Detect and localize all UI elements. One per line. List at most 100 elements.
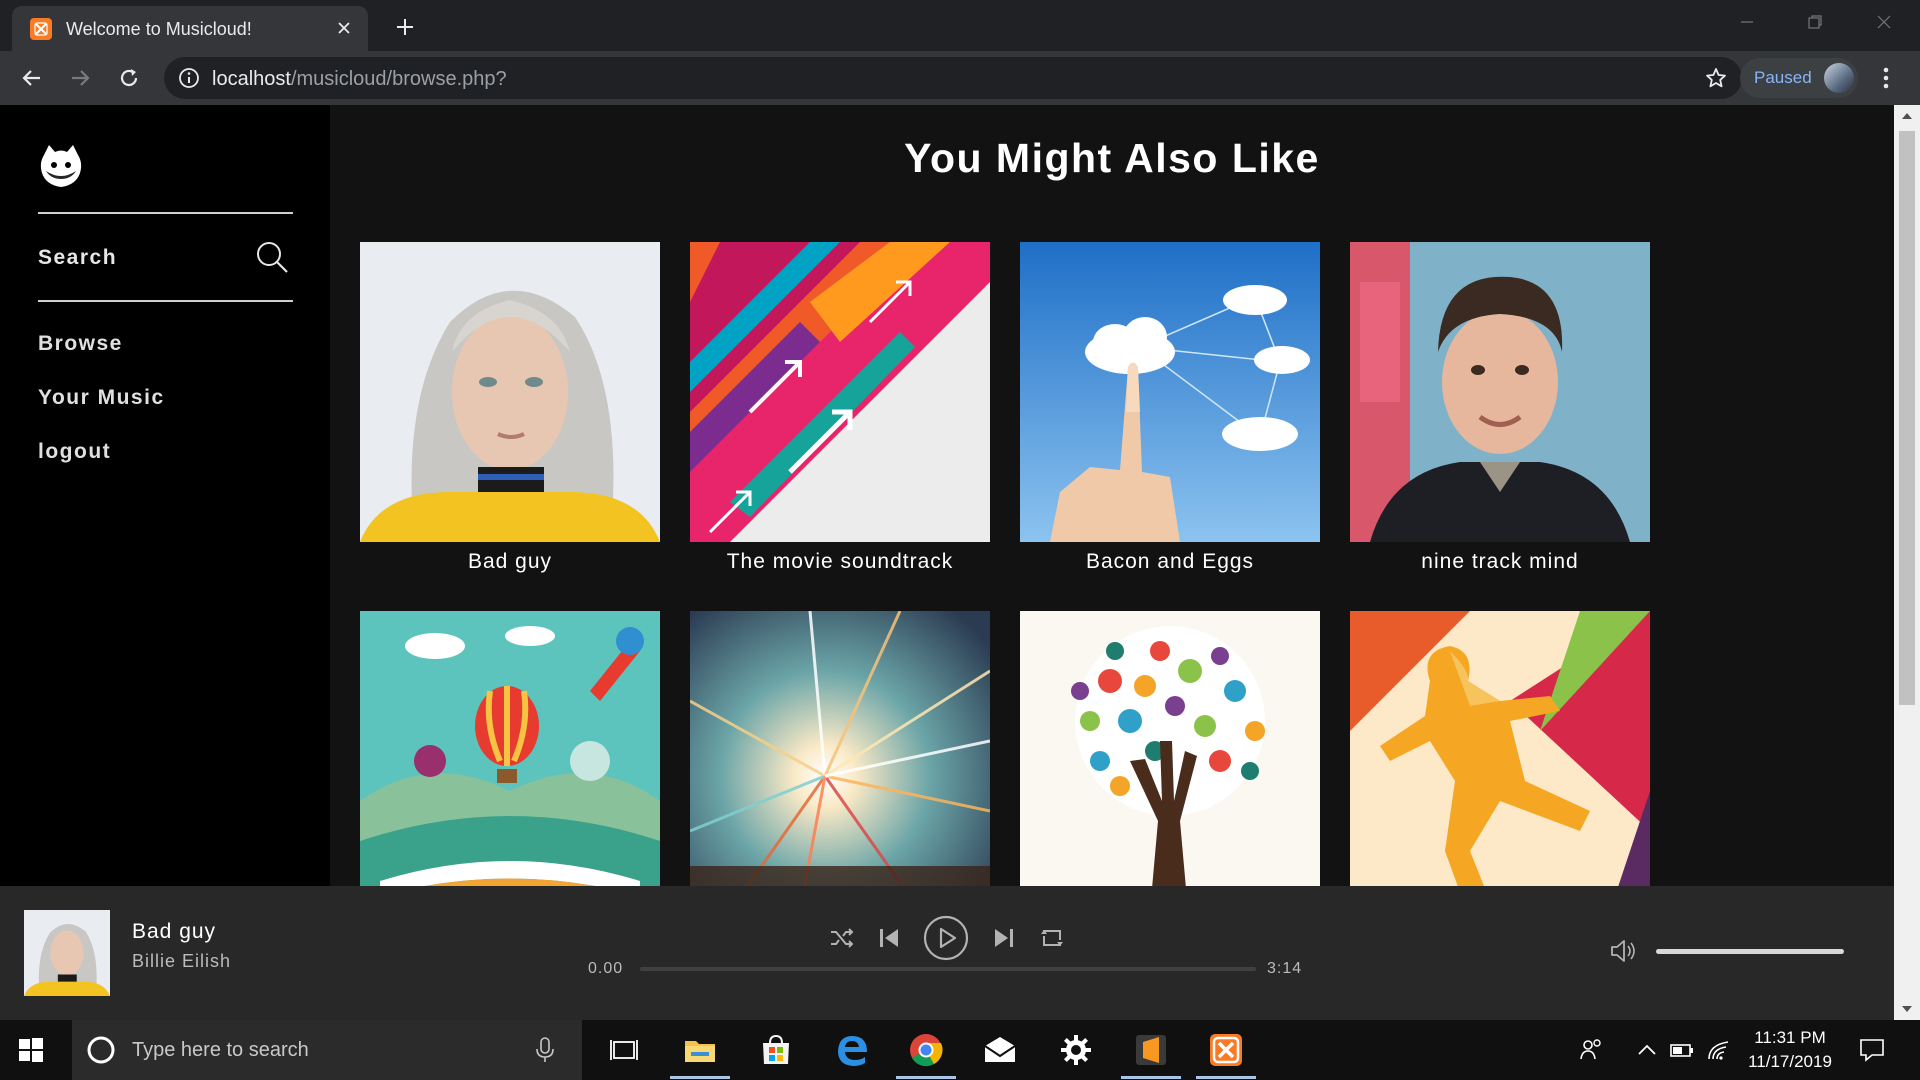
taskbar-search-placeholder: Type here to search: [132, 1039, 309, 1061]
album-art-book-balloon[interactable]: [360, 611, 660, 886]
bookmark-star-icon[interactable]: [1704, 66, 1728, 90]
album-card[interactable]: [360, 611, 660, 886]
settings-gear-icon[interactable]: [1058, 1032, 1094, 1068]
file-explorer-icon[interactable]: [682, 1032, 718, 1068]
sublime-active-indicator: [1121, 1076, 1181, 1079]
scroll-up-arrow-icon[interactable]: [1894, 105, 1920, 127]
action-center-notification-icon[interactable]: [1858, 1036, 1886, 1064]
address-bar[interactable]: localhost/musicloud/browse.php?: [164, 57, 1742, 99]
scroll-down-arrow-icon[interactable]: [1894, 998, 1920, 1020]
wifi-icon[interactable]: [1706, 1037, 1732, 1063]
sidebar: Search Browse Your Music logout: [0, 105, 330, 886]
profile-status-label: Paused: [1754, 68, 1812, 87]
forward-arrow-icon[interactable]: [64, 62, 96, 94]
album-art-hand-tree[interactable]: [1020, 611, 1320, 886]
battery-icon[interactable]: [1669, 1037, 1695, 1063]
album-card[interactable]: nine track mind: [1350, 242, 1650, 574]
microsoft-store-icon[interactable]: [758, 1032, 794, 1068]
now-playing-album-art[interactable]: [24, 910, 110, 996]
task-view-icon[interactable]: [606, 1032, 642, 1068]
window-restore-icon[interactable]: [1786, 0, 1844, 44]
now-playing-bar: Bad guy Billie Eilish 0.00 3:14: [0, 886, 1894, 1020]
reload-icon[interactable]: [113, 62, 145, 94]
browser-title-bar: Welcome to Musicloud!: [0, 0, 1920, 51]
browser-toolbar: localhost/musicloud/browse.php? Paused: [0, 51, 1920, 105]
album-title[interactable]: nine track mind: [1350, 550, 1650, 574]
album-art-colorful-arrows[interactable]: [690, 242, 990, 542]
now-playing-title[interactable]: Bad guy: [132, 920, 216, 944]
people-icon[interactable]: [1578, 1037, 1604, 1063]
album-art-portrait-blonde[interactable]: [360, 242, 660, 542]
show-hidden-icons-chevron-icon[interactable]: [1634, 1037, 1660, 1063]
file-explorer-active-indicator: [670, 1076, 730, 1079]
site-info-icon[interactable]: [178, 67, 200, 89]
album-card[interactable]: [1020, 611, 1320, 886]
volume-slider[interactable]: [1656, 949, 1844, 954]
page-scrollbar[interactable]: [1894, 105, 1920, 1020]
play-button[interactable]: [922, 914, 970, 962]
previous-track-icon[interactable]: [876, 925, 902, 951]
profile-paused-button[interactable]: Paused: [1740, 58, 1858, 98]
album-card[interactable]: The movie soundtrack: [690, 242, 990, 574]
track-duration: 3:14: [1267, 960, 1303, 977]
new-tab-plus-icon[interactable]: [390, 12, 420, 42]
chrome-browser-icon[interactable]: [908, 1032, 944, 1068]
album-card[interactable]: Bad guy: [360, 242, 660, 574]
chrome-menu-dots-icon[interactable]: [1872, 64, 1900, 92]
xampp-favicon-icon: [30, 18, 52, 40]
mail-icon[interactable]: [982, 1032, 1018, 1068]
windows-start-icon[interactable]: [18, 1037, 44, 1063]
url-text: localhost/musicloud/browse.php?: [212, 68, 507, 91]
sidebar-divider-top: [38, 212, 293, 214]
album-art-light-burst[interactable]: [690, 611, 990, 886]
sidebar-item-your-music[interactable]: Your Music: [38, 386, 165, 410]
back-arrow-icon[interactable]: [16, 62, 48, 94]
url-host: localhost: [212, 68, 291, 90]
tab-title: Welcome to Musicloud!: [66, 19, 252, 39]
edge-browser-icon[interactable]: [834, 1032, 870, 1068]
album-card[interactable]: [690, 611, 990, 886]
window-close-icon[interactable]: [1855, 0, 1913, 44]
sidebar-item-browse[interactable]: Browse: [38, 332, 123, 356]
chrome-active-indicator: [896, 1076, 956, 1079]
window-minimize-icon[interactable]: [1718, 0, 1776, 44]
musicloud-logo-icon[interactable]: [36, 141, 86, 191]
xampp-active-indicator: [1196, 1076, 1256, 1079]
sidebar-search-label[interactable]: Search: [38, 246, 117, 270]
elapsed-time: 0.00: [588, 960, 624, 977]
volume-speaker-icon[interactable]: [1608, 936, 1638, 966]
microphone-icon[interactable]: [534, 1036, 556, 1064]
taskbar-search-box[interactable]: Type here to search: [72, 1020, 582, 1080]
sublime-text-icon[interactable]: [1133, 1032, 1169, 1068]
album-title[interactable]: Bacon and Eggs: [1020, 550, 1320, 574]
search-icon[interactable]: [254, 239, 290, 275]
clock-time: 11:31 PM: [1754, 1028, 1826, 1047]
profile-avatar: [1824, 63, 1854, 93]
scrollbar-thumb[interactable]: [1899, 131, 1915, 705]
page-title: You Might Also Like: [904, 135, 1320, 181]
album-art-cloud-hand[interactable]: [1020, 242, 1320, 542]
shuffle-icon[interactable]: [828, 924, 856, 952]
windows-taskbar: Type here to search 11:31 PM 11/17/2019: [0, 1020, 1920, 1080]
album-card[interactable]: Bacon and Eggs: [1020, 242, 1320, 574]
album-title[interactable]: Bad guy: [360, 550, 660, 574]
now-playing-artist[interactable]: Billie Eilish: [132, 951, 231, 972]
sidebar-item-logout[interactable]: logout: [38, 440, 111, 464]
playback-progress-bar[interactable]: [640, 967, 1256, 971]
tab-close-icon[interactable]: [332, 16, 356, 40]
main-content: You Might Also Like Bad guy The movie so…: [330, 105, 1894, 886]
browser-tab-active[interactable]: Welcome to Musicloud!: [12, 6, 368, 51]
cortana-circle-icon[interactable]: [86, 1035, 116, 1065]
repeat-icon[interactable]: [1038, 924, 1066, 952]
sidebar-divider-bottom: [38, 300, 293, 302]
volume-level-fill: [1656, 949, 1844, 954]
album-art-portrait-man[interactable]: [1350, 242, 1650, 542]
album-card[interactable]: [1350, 611, 1650, 886]
album-title[interactable]: The movie soundtrack: [690, 550, 990, 574]
xampp-icon[interactable]: [1208, 1032, 1244, 1068]
album-art-running-figure[interactable]: [1350, 611, 1650, 886]
next-track-icon[interactable]: [991, 925, 1017, 951]
system-clock[interactable]: 11:31 PM 11/17/2019: [1740, 1026, 1840, 1074]
url-path: /musicloud/browse.php?: [290, 68, 507, 90]
clock-date: 11/17/2019: [1748, 1052, 1832, 1071]
